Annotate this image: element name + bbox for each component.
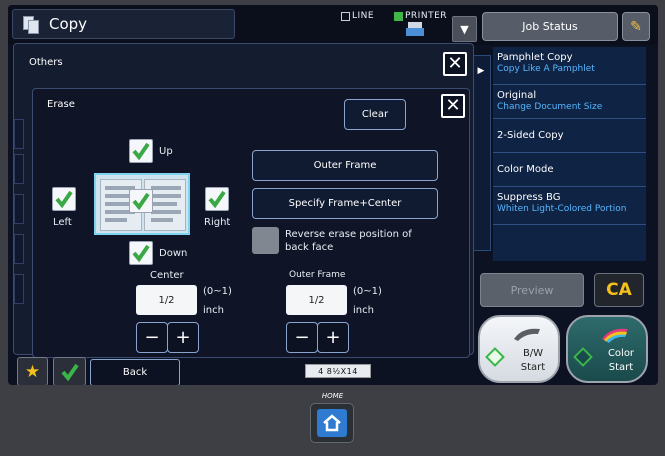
outer-frame-range: (0~1): [353, 286, 382, 297]
reverse-erase-label: Reverse erase position of back face: [285, 229, 412, 253]
ok-check-button[interactable]: [53, 357, 86, 385]
down-label: Down: [159, 248, 188, 259]
clear-button[interactable]: Clear: [344, 99, 406, 130]
home-icon: [317, 409, 347, 437]
start-diamond-icon: [485, 347, 505, 367]
left-label: Left: [53, 217, 72, 228]
function-subtitle: Whiten Light-Colored Portion: [497, 204, 627, 214]
color-printer-art-icon: [602, 328, 628, 343]
outer-frame-decrement-button[interactable]: −: [286, 322, 318, 353]
color-start-button[interactable]: Color Start: [566, 315, 648, 383]
copy-icon: [21, 15, 41, 35]
function-color-mode[interactable]: Color Mode: [493, 153, 646, 187]
outer-frame-unit: inch: [353, 305, 374, 316]
printer-checkbox-icon: [394, 11, 403, 21]
line-checkbox-icon: [341, 11, 350, 21]
function-original[interactable]: Original Change Document Size: [493, 85, 646, 119]
function-title: 2-Sided Copy: [497, 130, 564, 141]
function-panel: ▶ Pamphlet Copy Copy Like A Pamphlet Ori…: [471, 47, 658, 261]
bw-start-label: B/W Start: [520, 348, 546, 373]
center-value-field[interactable]: 1/2: [136, 285, 197, 315]
check-icon: [132, 244, 150, 263]
reverse-erase-checkbox[interactable]: [252, 227, 279, 254]
function-title: Pamphlet Copy: [497, 52, 573, 63]
job-edit-icon[interactable]: ✎: [622, 12, 650, 41]
center-unit: inch: [203, 305, 224, 316]
check-icon: [55, 190, 73, 209]
clear-all-button[interactable]: CA: [594, 273, 644, 307]
check-icon: [208, 190, 226, 209]
erase-title: Erase: [47, 99, 75, 110]
bw-printer-art-icon: [514, 328, 540, 341]
home-label: HOME: [321, 392, 344, 400]
center-range: (0~1): [203, 286, 232, 297]
function-title: Color Mode: [497, 164, 554, 175]
start-diamond-icon: [573, 347, 593, 367]
function-title: Original: [497, 90, 537, 101]
function-title: Suppress BG: [497, 192, 561, 203]
center-increment-button[interactable]: +: [167, 322, 199, 353]
function-empty-slot: [493, 225, 646, 261]
outer-frame-value-field[interactable]: 1/2: [286, 285, 347, 315]
erase-right-checkbox[interactable]: [205, 187, 229, 211]
printer-icon: [406, 22, 424, 38]
others-title: Others: [29, 57, 63, 68]
bw-start-button[interactable]: B/W Start: [478, 315, 560, 383]
specify-frame-center-button[interactable]: Specify Frame+Center: [252, 188, 438, 219]
up-label: Up: [159, 146, 173, 157]
job-status-button[interactable]: Job Status: [482, 12, 618, 41]
check-icon: [60, 363, 79, 381]
panel-expand-tab[interactable]: ▶: [471, 55, 491, 251]
erase-up-checkbox[interactable]: [129, 139, 153, 163]
mode-title-label: Copy: [49, 15, 88, 33]
line-label: LINE: [352, 11, 375, 21]
function-subtitle: Copy Like A Pamphlet: [497, 64, 595, 74]
back-button[interactable]: Back: [90, 359, 180, 385]
function-2-sided-copy[interactable]: 2-Sided Copy: [493, 119, 646, 153]
top-bar: Copy LINE PRINTER ▼ Job Status ✎: [8, 5, 658, 45]
outer-frame-label: Outer Frame: [289, 270, 346, 280]
touch-screen: Copy LINE PRINTER ▼ Job Status ✎ ▶ Pamph…: [8, 5, 658, 385]
paper-size-indicator: 4 8½X14: [305, 364, 371, 378]
line-indicator: LINE: [341, 11, 374, 21]
home-button[interactable]: [310, 403, 354, 443]
chevron-down-icon[interactable]: ▼: [452, 16, 477, 42]
favorite-star-icon[interactable]: ★: [17, 357, 48, 385]
printer-indicator: PRINTER: [394, 11, 447, 21]
color-start-label: Color Start: [607, 348, 635, 373]
center-label: Center: [150, 270, 184, 281]
outer-frame-button[interactable]: Outer Frame: [252, 150, 438, 181]
erase-close-icon[interactable]: ✕: [441, 94, 465, 118]
outer-frame-increment-button[interactable]: +: [317, 322, 349, 353]
erase-center-checkbox[interactable]: [129, 189, 153, 213]
erase-left-checkbox[interactable]: [52, 187, 76, 211]
erase-down-checkbox[interactable]: [129, 241, 153, 265]
check-icon: [132, 192, 150, 211]
play-icon: ▶: [477, 66, 485, 76]
function-pamphlet-copy[interactable]: Pamphlet Copy Copy Like A Pamphlet: [493, 47, 646, 85]
center-decrement-button[interactable]: −: [136, 322, 168, 353]
preview-button[interactable]: Preview: [480, 273, 584, 307]
right-label: Right: [204, 217, 231, 228]
printer-label: PRINTER: [405, 11, 448, 21]
check-icon: [132, 142, 150, 161]
others-close-icon[interactable]: ✕: [443, 52, 467, 76]
function-suppress-bg[interactable]: Suppress BG Whiten Light-Colored Portion: [493, 187, 646, 225]
mode-title: Copy: [12, 9, 235, 39]
erase-dialog: Erase ✕ Clear Up Left Right Down Outer F…: [32, 88, 470, 358]
function-subtitle: Change Document Size: [497, 102, 603, 112]
